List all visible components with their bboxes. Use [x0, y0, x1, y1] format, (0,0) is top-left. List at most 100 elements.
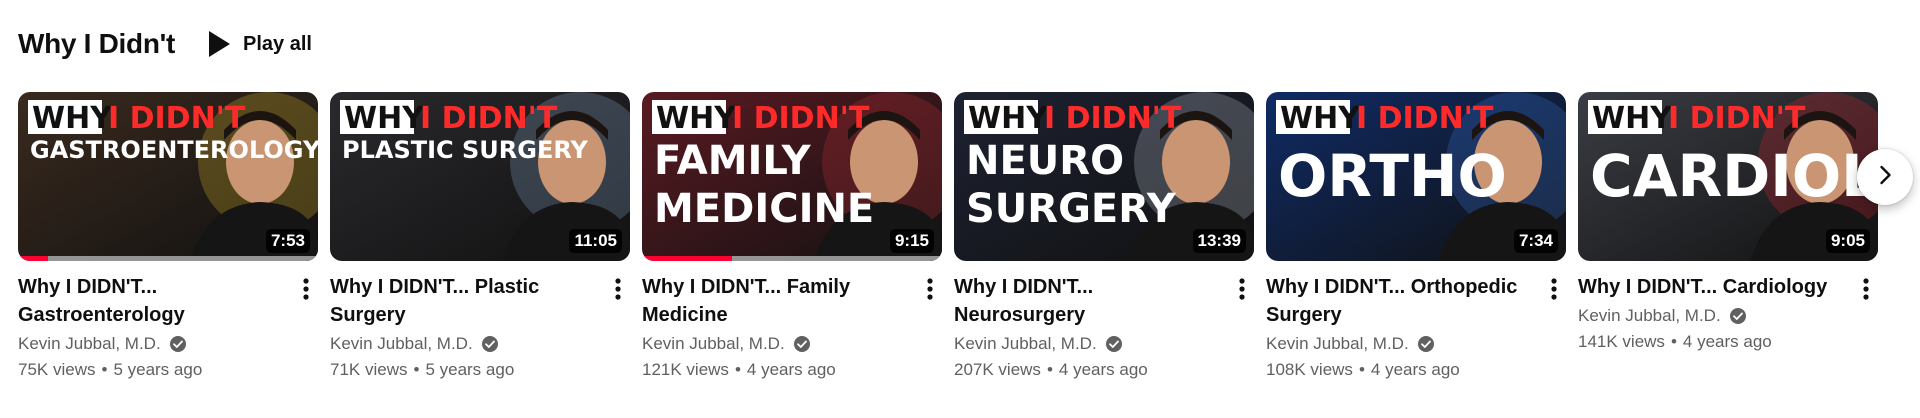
- shelf-title[interactable]: Why I Didn't: [18, 28, 175, 60]
- upload-age: 4 years ago: [1058, 360, 1148, 379]
- watch-progress-bar: [642, 256, 942, 261]
- video-meta: Why I DIDN'T... Orthopedic Surgery Kevin …: [1266, 273, 1566, 383]
- thumb-didnt: I DIDN'T: [1356, 101, 1494, 136]
- watch-progress-fill: [642, 256, 732, 261]
- channel-row: Kevin Jubbal, M.D.: [954, 331, 1218, 357]
- video-stats: 108K views • 4 years ago: [1266, 357, 1530, 383]
- view-count: 108K views: [1266, 360, 1353, 379]
- thumb-specialty: ORTHO: [1278, 142, 1507, 210]
- next-button[interactable]: [1857, 149, 1913, 205]
- duration-badge: 7:34: [1513, 229, 1558, 253]
- channel-name[interactable]: Kevin Jubbal, M.D.: [642, 331, 785, 357]
- view-count: 71K views: [330, 360, 408, 379]
- play-all-label: Play all: [243, 32, 312, 55]
- verified-check-icon: [1729, 307, 1747, 325]
- video-card[interactable]: WHY I DIDN'T ORTHO 7:34 Why I DIDN'T... Orth…: [1266, 92, 1566, 383]
- video-card[interactable]: WHYI DIDN'T CARDIOLOGY 9:05 Why I DIDN'T...…: [1578, 92, 1878, 383]
- video-card-list: WHY I DIDN'T GASTROENTEROLOGY 7:53 Why I DID…: [18, 92, 1878, 383]
- video-thumbnail[interactable]: WHY I DIDN'T NEURO SURGERY 13:39: [954, 92, 1254, 261]
- thumb-why: WHY: [968, 101, 1049, 136]
- separator-dot: •: [1670, 332, 1677, 351]
- video-thumbnail[interactable]: WHY I DIDN'T FAMILY MEDICINE 9:15: [642, 92, 942, 261]
- more-vert-icon: [1863, 277, 1869, 306]
- thumb-specialty: FAMILY: [654, 138, 812, 184]
- thumb-specialty: GASTROENTEROLOGY: [30, 136, 318, 164]
- upload-age: 4 years ago: [746, 360, 836, 379]
- thumb-specialty: NEURO: [966, 138, 1124, 184]
- video-title[interactable]: Why I DIDN'T... Gastroenterology: [18, 273, 282, 329]
- separator-dot: •: [101, 360, 108, 379]
- watch-progress-bar: [18, 256, 318, 261]
- video-meta: Why I DIDN'T... Neurosurgery Kevin Jubbal…: [954, 273, 1254, 383]
- thumb-why: WHY: [32, 101, 113, 136]
- video-title[interactable]: Why I DIDN'T... Neurosurgery: [954, 273, 1218, 329]
- channel-row: Kevin Jubbal, M.D.: [1578, 303, 1842, 329]
- play-all-button[interactable]: Play all: [203, 22, 320, 66]
- video-card[interactable]: WHY I DIDN'T FAMILY MEDICINE 9:15 Why I DIDN'…: [642, 92, 942, 383]
- more-vert-icon: [1551, 277, 1557, 306]
- video-title[interactable]: Why I DIDN'T... Family Medicine: [642, 273, 906, 329]
- video-shelf: Why I Didn't Play all WHY I DIDN'T GASTROE…: [0, 0, 1920, 418]
- more-vert-icon: [927, 277, 933, 306]
- verified-check-icon: [1105, 335, 1123, 353]
- channel-row: Kevin Jubbal, M.D.: [330, 331, 594, 357]
- channel-row: Kevin Jubbal, M.D.: [642, 331, 906, 357]
- video-thumbnail[interactable]: WHY I DIDN'T GASTROENTEROLOGY 7:53: [18, 92, 318, 261]
- video-details: Why I DIDN'T... Neurosurgery Kevin Jubbal…: [954, 273, 1218, 383]
- video-menu-button[interactable]: [918, 273, 942, 317]
- upload-age: 5 years ago: [113, 360, 203, 379]
- video-stats: 121K views • 4 years ago: [642, 357, 906, 383]
- separator-dot: •: [1358, 360, 1365, 379]
- video-menu-button[interactable]: [1854, 273, 1878, 317]
- thumb-why: WHY: [1592, 101, 1673, 136]
- channel-name[interactable]: Kevin Jubbal, M.D.: [1578, 303, 1721, 329]
- video-card[interactable]: WHY I DIDN'T PLASTIC SURGERY 11:05 Why I DID…: [330, 92, 630, 383]
- duration-badge: 9:15: [889, 229, 934, 253]
- thumb-specialty: CARDIOLOGY: [1590, 142, 1878, 210]
- thumb-specialty-2: SURGERY: [966, 186, 1177, 232]
- upload-age: 5 years ago: [425, 360, 515, 379]
- video-card[interactable]: WHY I DIDN'T NEURO SURGERY 13:39 Why I DIDN'T…: [954, 92, 1254, 383]
- duration-badge: 9:05: [1825, 229, 1870, 253]
- view-count: 141K views: [1578, 332, 1665, 351]
- separator-dot: •: [1046, 360, 1053, 379]
- video-stats: 75K views • 5 years ago: [18, 357, 282, 383]
- verified-check-icon: [1417, 335, 1435, 353]
- view-count: 121K views: [642, 360, 729, 379]
- verified-check-icon: [793, 335, 811, 353]
- verified-check-icon: [481, 335, 499, 353]
- chevron-right-icon: [1873, 163, 1897, 192]
- video-title[interactable]: Why I DIDN'T... Orthopedic Surgery: [1266, 273, 1530, 329]
- verified-check-icon: [169, 335, 187, 353]
- thumb-didnt: I DIDN'T: [732, 101, 870, 136]
- video-menu-button[interactable]: [1230, 273, 1254, 317]
- duration-badge: 7:53: [265, 229, 310, 253]
- thumb-specialty: PLASTIC SURGERY: [342, 136, 589, 164]
- more-vert-icon: [1239, 277, 1245, 306]
- channel-row: Kevin Jubbal, M.D.: [1266, 331, 1530, 357]
- view-count: 75K views: [18, 360, 96, 379]
- watch-progress-fill: [18, 256, 48, 261]
- duration-badge: 13:39: [1192, 229, 1246, 253]
- video-menu-button[interactable]: [294, 273, 318, 317]
- video-menu-button[interactable]: [1542, 273, 1566, 317]
- upload-age: 4 years ago: [1682, 332, 1772, 351]
- channel-name[interactable]: Kevin Jubbal, M.D.: [18, 331, 161, 357]
- thumb-didnt: I DIDN'T: [1668, 101, 1806, 136]
- channel-name[interactable]: Kevin Jubbal, M.D.: [330, 331, 473, 357]
- video-details: Why I DIDN'T... Gastroenterology Kevin Ju…: [18, 273, 282, 383]
- channel-row: Kevin Jubbal, M.D.: [18, 331, 282, 357]
- video-title[interactable]: Why I DIDN'T... Plastic Surgery: [330, 273, 594, 329]
- video-menu-button[interactable]: [606, 273, 630, 317]
- more-vert-icon: [303, 277, 309, 306]
- video-stats: 141K views • 4 years ago: [1578, 329, 1842, 355]
- video-thumbnail[interactable]: WHY I DIDN'T ORTHO 7:34: [1266, 92, 1566, 261]
- thumb-didnt: I DIDN'T: [1044, 101, 1182, 136]
- video-meta: Why I DIDN'T... Family Medicine Kevin Jub…: [642, 273, 942, 383]
- video-title[interactable]: Why I DIDN'T... Cardiology: [1578, 273, 1842, 301]
- video-card[interactable]: WHY I DIDN'T GASTROENTEROLOGY 7:53 Why I DID…: [18, 92, 318, 383]
- video-thumbnail[interactable]: WHYI DIDN'T CARDIOLOGY 9:05: [1578, 92, 1878, 261]
- channel-name[interactable]: Kevin Jubbal, M.D.: [954, 331, 1097, 357]
- video-thumbnail[interactable]: WHY I DIDN'T PLASTIC SURGERY 11:05: [330, 92, 630, 261]
- channel-name[interactable]: Kevin Jubbal, M.D.: [1266, 331, 1409, 357]
